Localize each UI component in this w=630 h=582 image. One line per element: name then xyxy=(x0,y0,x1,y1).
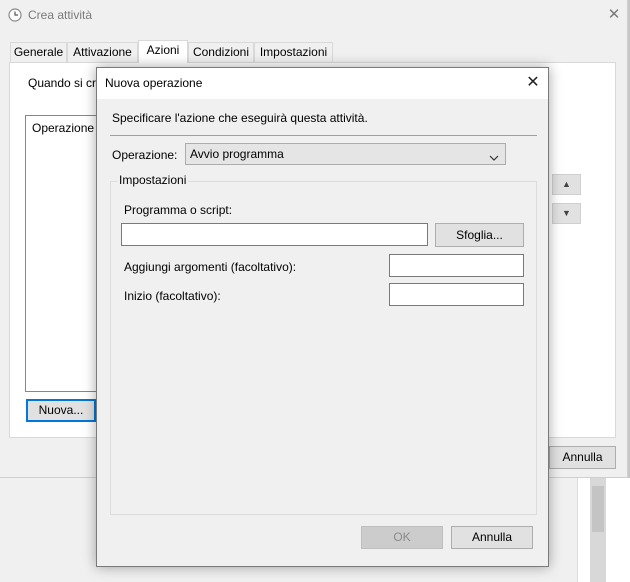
chevron-down-icon xyxy=(489,149,499,161)
operation-value: Avvio programma xyxy=(190,147,284,161)
tab-condizioni[interactable]: Condizioni xyxy=(188,42,254,62)
list-column-header[interactable]: Operazione xyxy=(32,121,94,135)
browse-button[interactable]: Sfoglia... xyxy=(435,223,524,247)
operation-select[interactable]: Avvio programma xyxy=(185,143,506,165)
tab-attivazione[interactable]: Attivazione xyxy=(67,42,138,62)
arrow-up-icon: ▲ xyxy=(562,179,571,189)
start-in-label: Inizio (facoltativo): xyxy=(124,289,221,303)
tab-generale[interactable]: Generale xyxy=(10,42,67,62)
dialog-instruction: Specificare l'azione che eseguirà questa… xyxy=(112,111,368,125)
program-input[interactable] xyxy=(121,223,428,246)
close-icon[interactable]: ✕ xyxy=(523,73,543,93)
actions-list[interactable] xyxy=(25,115,105,392)
actions-intro-text: Quando si cr xyxy=(28,76,97,90)
window-title: Crea attività xyxy=(28,8,93,22)
separator xyxy=(110,135,537,136)
move-up-button[interactable]: ▲ xyxy=(552,174,581,195)
close-icon[interactable]: ✕ xyxy=(605,6,623,24)
cancel-button[interactable]: Annulla xyxy=(549,446,616,469)
dialog-cancel-button[interactable]: Annulla xyxy=(451,526,533,549)
ok-button[interactable]: OK xyxy=(361,526,443,549)
start-in-input[interactable] xyxy=(389,283,524,306)
dialog-title: Nuova operazione xyxy=(105,76,203,90)
new-action-button[interactable]: Nuova... xyxy=(26,399,96,422)
background-scrollbar-thumb xyxy=(592,486,604,532)
tab-impostazioni[interactable]: Impostazioni xyxy=(254,42,333,62)
settings-group-legend: Impostazioni xyxy=(117,173,189,187)
arguments-label: Aggiungi argomenti (facoltativo): xyxy=(124,260,297,274)
arguments-input[interactable] xyxy=(389,254,524,277)
clock-icon xyxy=(8,8,22,22)
operation-label: Operazione: xyxy=(112,148,178,162)
new-action-dialog: Nuova operazione ✕ Specificare l'azione … xyxy=(96,67,549,567)
program-label: Programma o script: xyxy=(124,203,233,217)
tab-azioni[interactable]: Azioni xyxy=(138,40,188,63)
arrow-down-icon: ▼ xyxy=(562,208,571,218)
move-down-button[interactable]: ▼ xyxy=(552,203,581,224)
